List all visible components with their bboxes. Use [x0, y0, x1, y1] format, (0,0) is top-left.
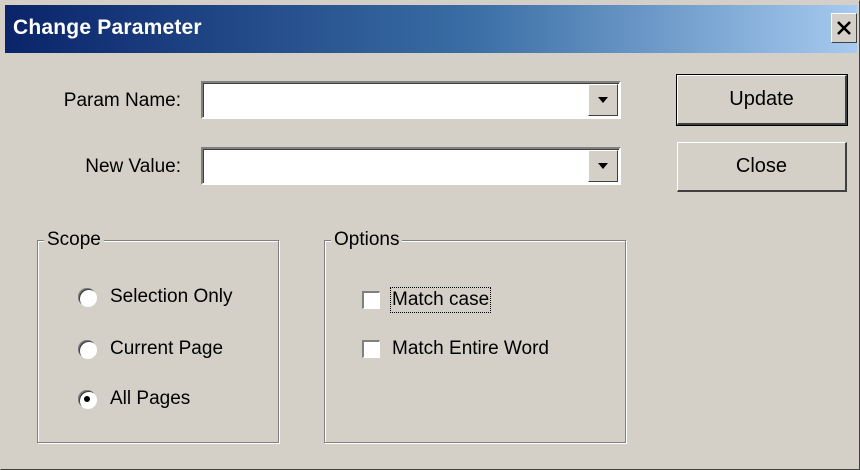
- options-group-title: Options: [331, 229, 403, 251]
- window-title: Change Parameter: [13, 16, 202, 39]
- match-case-checkbox[interactable]: [362, 291, 380, 309]
- current-page-label: Current Page: [110, 338, 224, 359]
- options-group: Options Match case Match Entire Word: [324, 229, 626, 443]
- radio-selected-dot: [84, 396, 90, 402]
- selection-only-label: Selection Only: [110, 286, 233, 307]
- param-name-input[interactable]: [206, 85, 590, 115]
- new-value-input[interactable]: [206, 151, 590, 181]
- match-entire-word-checkbox[interactable]: [362, 340, 380, 358]
- new-value-combobox[interactable]: [201, 147, 621, 185]
- match-entire-word-label: Match Entire Word: [392, 338, 549, 359]
- scope-option-selection-only[interactable]: Selection Only: [78, 286, 233, 308]
- chevron-down-icon: [598, 97, 608, 103]
- option-match-entire-word[interactable]: Match Entire Word: [362, 338, 549, 360]
- param-name-combobox[interactable]: [201, 81, 621, 119]
- close-icon: [837, 21, 851, 35]
- current-page-radio[interactable]: [78, 340, 96, 358]
- scope-option-all-pages[interactable]: All Pages: [78, 388, 190, 410]
- close-window-button[interactable]: [831, 13, 857, 43]
- close-button[interactable]: Close: [677, 142, 847, 192]
- new-value-label: New Value:: [85, 156, 181, 177]
- update-button[interactable]: Update: [676, 74, 848, 126]
- chevron-down-icon: [598, 163, 608, 169]
- all-pages-label: All Pages: [110, 388, 191, 409]
- all-pages-radio[interactable]: [78, 390, 96, 408]
- scope-option-current-page[interactable]: Current Page: [78, 338, 223, 360]
- new-value-dropdown-button[interactable]: [588, 150, 618, 182]
- option-match-case[interactable]: Match case: [362, 287, 492, 313]
- selection-only-radio[interactable]: [78, 288, 96, 306]
- scope-group-title: Scope: [44, 229, 104, 251]
- param-name-label: Param Name:: [63, 90, 181, 111]
- title-bar: Change Parameter: [5, 5, 857, 53]
- match-case-label: Match case: [389, 287, 492, 313]
- change-parameter-dialog: Change Parameter Param Name: New Value: …: [0, 0, 860, 470]
- param-name-dropdown-button[interactable]: [588, 84, 618, 116]
- scope-group: Scope Selection Only Current Page All Pa…: [37, 229, 279, 443]
